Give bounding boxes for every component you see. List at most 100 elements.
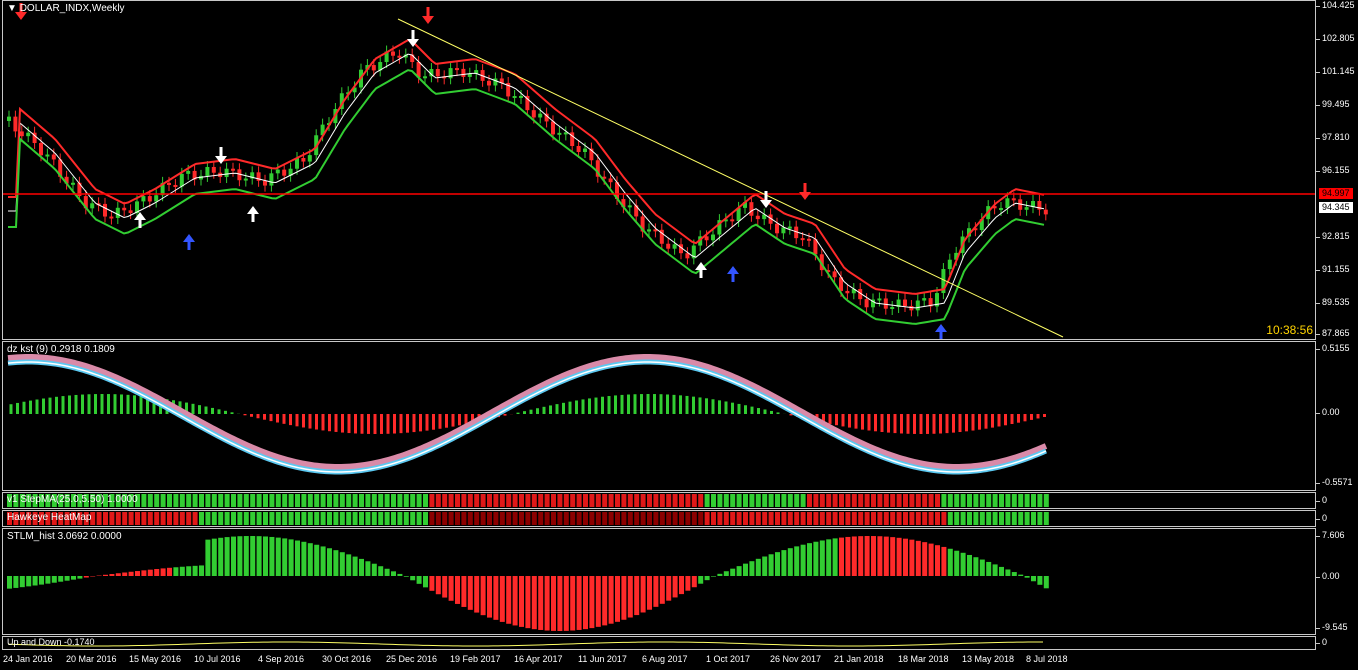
heatmap-bar [423,512,428,525]
stlm-bar [602,576,608,626]
stlm-bar [186,566,192,576]
stepma-bar [595,494,601,507]
date-label: 11 Jun 2017 [578,654,627,664]
candle-body [173,184,178,187]
stlm-bar [13,576,19,588]
stlm-bar [397,573,403,576]
kst-hist-bar [81,394,84,414]
arrow-up-icon [727,266,739,282]
stepma-bar [608,494,614,507]
date-label: 1 Oct 2017 [706,654,751,664]
heatmap-bar [743,512,748,525]
heatmap-bar [237,512,243,525]
stepma-bar [845,494,851,507]
stepma-panel[interactable]: v1 StepMA(25.0,5.50) 1.0000 [2,492,1316,509]
stepma-bar [768,494,774,507]
heatmap-bar [986,512,992,525]
stlm-bar [915,540,921,576]
stlm-bar [455,576,460,604]
stepma-bar [615,494,620,507]
stepma-bar [499,494,505,507]
stlm-bar [109,574,115,576]
kst-hist-bar [61,396,65,414]
stlm-bar [32,576,38,586]
kst-panel[interactable]: dz kst (9) 0.2918 0.1809 [2,341,1316,491]
stlm-bar [103,574,108,576]
stlm-bar [627,576,633,618]
kst-hist-bar [776,412,780,414]
stlm-bar [659,576,665,604]
stepma-bar [448,494,454,507]
stepma-bar [269,494,275,507]
candle-body [141,196,146,202]
chart-menu-icon[interactable]: ▼ [7,3,17,14]
kst-hist-bar [900,414,903,434]
kst-hist-bar [906,414,910,434]
heatmap-panel[interactable]: Hawkeye HeatMap [2,510,1316,527]
kst-hist-bar [308,414,312,429]
candle-body [1005,198,1010,209]
kst-hist-bar [581,399,585,414]
arrow-up-icon [134,212,146,228]
kst-hist-bar [74,394,78,414]
heatmap-bar [666,512,672,525]
stlm-bar [339,552,345,576]
kst-hist-bar [1023,414,1027,422]
stepma-bar [858,494,864,507]
stepma-bar [922,494,928,507]
stlm-bar [679,576,684,595]
stlm-bar [704,576,710,581]
kst-hist-bar [451,414,455,427]
kst-hist-bar [211,407,214,414]
heatmap-bar [544,512,550,525]
heatmap-bar [755,512,761,525]
price-tick: 92.815 [1316,231,1350,241]
heatmap-bar [442,512,448,525]
heatmap-bar [192,512,198,525]
heatmap-bar [615,512,620,525]
stlm-bar [467,576,473,610]
updown-panel[interactable]: Up and Down -0.1740 [2,636,1316,650]
stepma-bar [275,494,281,507]
stlm-bar [384,568,390,576]
heatmap-bar [967,512,972,525]
heatmap-bar [679,512,684,525]
stlm-bar [871,536,876,576]
stlm-bar [506,576,512,624]
heatmap-bar [1011,512,1017,525]
kst-hist-bar [432,414,435,430]
kst-hist-bar [516,412,520,414]
stepma-bar [250,494,256,507]
heatmap-bar [186,512,192,525]
stlm-bar [499,576,505,622]
kst-hist-bar [542,406,546,414]
stlm-tick: 7.606 [1316,530,1345,540]
price-chart[interactable] [3,1,1315,339]
candle-body [608,178,613,183]
stlm-panel[interactable]: STLM_hist 3.0692 0.0000 [2,528,1316,635]
heatmap-bar [858,512,864,525]
stlm-bar [218,537,224,576]
stlm-bar [1037,576,1043,585]
heatmap-bar [557,512,563,525]
candle-body [147,196,152,202]
main-chart-panel[interactable]: ▼ DOLLAR_INDX,Weekly 10:38:56 [2,0,1316,340]
stepma-bar [320,494,326,507]
candle-body [26,132,31,137]
heatmap-bar [915,512,921,525]
stlm-bar [205,539,211,576]
stepma-bar [474,494,480,507]
stlm-bar [755,558,761,576]
heatmap-title: Hawkeye HeatMap [7,512,92,523]
kst-hist-bar [971,414,975,431]
stlm-bar [282,538,288,576]
stlm-bar [346,554,352,576]
stlm-bar [928,543,934,576]
stlm-tick: 0.00 [1316,571,1340,581]
kst-hist-bar [659,394,663,414]
kst-hist-bar [399,414,403,434]
heatmap-bar [531,512,537,525]
heatmap-bar [371,512,377,525]
candle-body [154,195,159,202]
stepma-bar [826,494,832,507]
